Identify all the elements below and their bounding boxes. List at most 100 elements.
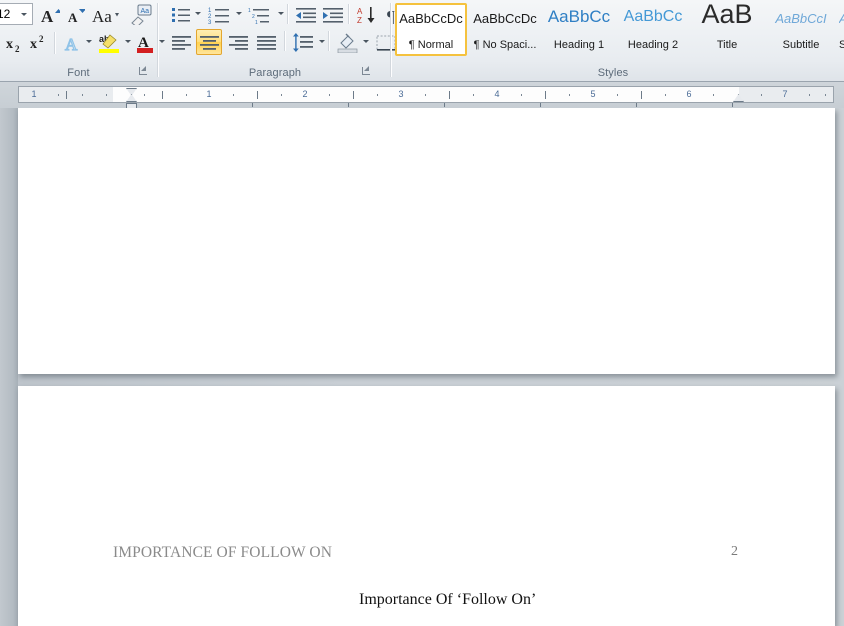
numbering-dropdown-icon[interactable] bbox=[236, 12, 242, 15]
line-spacing-button[interactable] bbox=[290, 30, 316, 54]
paragraph-group-label: Paragraph bbox=[248, 67, 302, 79]
numbering-button[interactable]: 1 2 3 bbox=[206, 3, 232, 25]
canvas-left-shade bbox=[0, 108, 18, 626]
ruler-minor-tick bbox=[106, 94, 107, 96]
ruler-tick-3: 2 bbox=[302, 89, 308, 99]
clear-formatting-button[interactable]: Aa bbox=[128, 2, 154, 26]
shrink-font-button[interactable]: A bbox=[62, 2, 86, 26]
ruler-minor-tick bbox=[144, 94, 145, 96]
style-item-subtitle[interactable]: AaBbCcI Subtitle bbox=[765, 3, 837, 56]
font-color-button[interactable]: A bbox=[133, 30, 157, 54]
style-item-title[interactable]: AaB Title bbox=[691, 0, 763, 56]
ruler-minor-tick bbox=[233, 94, 234, 96]
increase-indent-icon bbox=[323, 8, 343, 23]
shading-icon bbox=[337, 33, 358, 53]
ruler-minor-tick bbox=[281, 94, 282, 96]
line-spacing-dropdown-icon[interactable] bbox=[319, 40, 325, 43]
document-page-1[interactable] bbox=[18, 108, 835, 374]
sort-icon: A Z bbox=[357, 7, 375, 25]
ruler-tick-1: 1 bbox=[31, 89, 37, 99]
superscript-button[interactable]: x 2 bbox=[26, 30, 50, 54]
paragraph-inner-divider-2 bbox=[348, 4, 350, 24]
ruler-tick-5: 4 bbox=[494, 89, 500, 99]
style-item-heading-1[interactable]: AaBbCс Heading 1 bbox=[543, 3, 615, 56]
style-label-no-spacing: ¶ No Spaci... bbox=[473, 39, 537, 51]
sort-button[interactable]: A Z bbox=[354, 3, 378, 25]
paragraph-inner-divider-4 bbox=[328, 31, 330, 51]
text-effects-button[interactable]: A bbox=[60, 30, 84, 54]
bullets-dropdown-icon[interactable] bbox=[195, 12, 201, 15]
increase-indent-button[interactable] bbox=[320, 3, 344, 25]
svg-text:1: 1 bbox=[248, 8, 251, 14]
tab-stop-marker[interactable] bbox=[252, 103, 253, 107]
ruler-tick-6: 5 bbox=[590, 89, 596, 99]
ruler-minor-tick bbox=[186, 94, 187, 96]
multilevel-list-icon: 1 2 1 bbox=[248, 8, 269, 25]
align-text-left-button[interactable] bbox=[168, 30, 194, 54]
ruler-minor-tick bbox=[329, 94, 330, 96]
document-page-2[interactable]: IMPORTANCE OF FOLLOW ON 2 Importance Of … bbox=[18, 386, 835, 626]
svg-text:2: 2 bbox=[15, 44, 20, 54]
shading-button[interactable] bbox=[334, 30, 360, 54]
subscript-button[interactable]: x 2 bbox=[2, 30, 26, 54]
multilevel-list-button[interactable]: 1 2 1 bbox=[247, 3, 275, 25]
paragraph-dialog-launcher[interactable] bbox=[360, 65, 372, 77]
decrease-indent-button[interactable] bbox=[293, 3, 317, 25]
font-dialog-launcher[interactable] bbox=[137, 65, 149, 77]
multilevel-list-dropdown-icon[interactable] bbox=[278, 12, 284, 15]
grow-font-icon: A bbox=[41, 7, 60, 25]
font-group-label: Font bbox=[67, 67, 90, 79]
ruler-half-tick bbox=[257, 91, 258, 99]
decrease-indent-icon bbox=[296, 8, 316, 23]
bullets-icon bbox=[172, 8, 190, 22]
ruler-tick-4: 3 bbox=[398, 89, 404, 99]
clear-formatting-icon: Aa bbox=[131, 4, 152, 25]
ribbon-group-styles: AaBbCcDc ¶ Normal AaBbCcDc ¶ No Spaci...… bbox=[393, 0, 844, 81]
style-item-subtle-emphasis[interactable]: Aa Su bbox=[839, 3, 844, 56]
align-text-right-button[interactable] bbox=[225, 30, 251, 54]
highlight-color-dropdown-icon[interactable] bbox=[125, 40, 131, 43]
grow-font-button[interactable]: A bbox=[37, 2, 61, 26]
font-size-combo[interactable]: 12 bbox=[0, 3, 33, 25]
svg-text:1: 1 bbox=[255, 20, 258, 25]
style-preview-subtle-emphasis: Aa bbox=[839, 11, 844, 26]
svg-text:x: x bbox=[30, 37, 37, 52]
ruler-minor-tick bbox=[665, 94, 666, 96]
tab-stop-marker[interactable] bbox=[540, 103, 541, 107]
text-highlight-color-button[interactable]: ab bbox=[96, 30, 122, 54]
style-item-normal[interactable]: AaBbCcDc ¶ Normal bbox=[395, 3, 467, 56]
text-effects-icon: A bbox=[64, 34, 78, 53]
svg-text:A: A bbox=[357, 7, 363, 16]
style-label-heading-1: Heading 1 bbox=[553, 39, 605, 51]
horizontal-ruler[interactable]: 1 1 2 3 4 5 6 7 bbox=[18, 86, 834, 110]
ruler-tick-2: 1 bbox=[206, 89, 212, 99]
document-canvas[interactable]: IMPORTANCE OF FOLLOW ON 2 Importance Of … bbox=[0, 108, 844, 626]
ribbon-group-font: 12 A A Aa Aa x 2 x 2 A ab A Font bbox=[0, 0, 165, 81]
style-label-normal: ¶ Normal bbox=[408, 39, 454, 51]
style-preview-subtitle: AaBbCcI bbox=[775, 11, 827, 26]
bullets-button[interactable] bbox=[168, 3, 192, 25]
tab-stop-marker[interactable] bbox=[636, 103, 637, 107]
superscript-icon: x 2 bbox=[30, 34, 44, 52]
change-case-button[interactable]: Aa bbox=[89, 2, 123, 26]
tab-stop-marker[interactable] bbox=[348, 103, 349, 107]
ruler-minor-tick bbox=[713, 94, 714, 96]
chevron-down-icon[interactable] bbox=[21, 13, 27, 16]
ruler-minor-tick bbox=[617, 94, 618, 96]
document-page-number: 2 bbox=[731, 544, 738, 559]
align-left-icon bbox=[172, 36, 191, 50]
text-effects-dropdown-icon[interactable] bbox=[86, 40, 92, 43]
center-button[interactable] bbox=[196, 29, 222, 55]
style-preview-no-spacing: AaBbCcDc bbox=[473, 11, 537, 26]
style-item-no-spacing[interactable]: AaBbCcDc ¶ No Spaci... bbox=[469, 3, 541, 56]
shading-dropdown-icon[interactable] bbox=[363, 40, 369, 43]
style-item-heading-2[interactable]: AaBbCc Heading 2 bbox=[617, 3, 689, 56]
ruler-half-tick bbox=[66, 91, 67, 99]
tab-stop-marker[interactable] bbox=[732, 103, 733, 107]
ruler-minor-tick bbox=[82, 94, 83, 96]
ruler-minor-tick bbox=[761, 94, 762, 96]
justify-button[interactable] bbox=[253, 30, 279, 54]
group-divider-1 bbox=[157, 3, 159, 77]
svg-text:Z: Z bbox=[357, 16, 362, 25]
tab-stop-marker[interactable] bbox=[444, 103, 445, 107]
